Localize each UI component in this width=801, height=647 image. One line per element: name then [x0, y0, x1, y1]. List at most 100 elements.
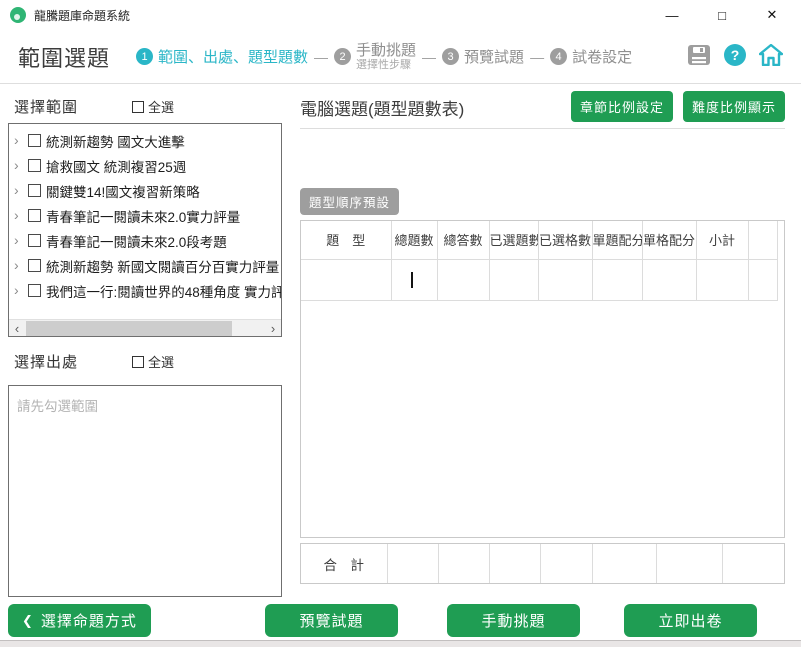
total-row-container: 合 計 — [300, 543, 785, 584]
tree-expand-icon[interactable]: › — [14, 278, 26, 303]
question-type-table: 題 型 總題數 總答數 已選題數 已選格數 單題配分 單格配分 小計 — [301, 221, 778, 301]
step-3-preview[interactable]: 3 預覽試題 — [442, 46, 524, 67]
tree-expand-icon[interactable]: › — [14, 253, 26, 278]
cell-total-answers[interactable] — [437, 259, 489, 300]
type-order-badge[interactable]: 題型順序預設 — [300, 188, 399, 215]
total-row: 合 計 — [301, 544, 784, 583]
total-label: 合 計 — [301, 544, 387, 583]
range-tree-item[interactable]: › 統測新趨勢 新國文閱讀百分百實力評量 — [9, 253, 281, 278]
total-table: 合 計 — [301, 544, 784, 583]
step-4-paper-settings[interactable]: 4 試卷設定 — [550, 46, 632, 67]
total-cell — [489, 544, 540, 583]
range-select-all[interactable]: 全選 — [132, 97, 174, 116]
col-selected-blanks: 已選格數 — [538, 221, 592, 259]
range-tree-list: › 統測新趨勢 國文大進擊 › 搶救國文 統測複習25週 › 關鍵雙14!國文複… — [8, 123, 282, 337]
source-list: 請先勾選範圍 — [8, 385, 282, 597]
source-section-title: 選擇出處 — [14, 351, 78, 372]
generate-paper-button[interactable]: 立即出卷 — [624, 604, 757, 637]
tree-item-checkbox[interactable] — [28, 234, 41, 247]
maximize-button[interactable]: □ — [697, 0, 747, 30]
step-separator: — — [314, 49, 328, 65]
tree-expand-icon[interactable]: › — [14, 203, 26, 228]
preview-questions-button[interactable]: 預覽試題 — [265, 604, 398, 637]
right-panel: 電腦選題(題型題數表) 章節比例設定 難度比例顯示 題型順序預設 題 型 總題數… — [300, 85, 785, 590]
wizard-header: 範圍選題 1 範圍、出處、題型題數 — 2 手動挑題 選擇性步驟 — 3 預覽試… — [0, 30, 801, 84]
table-empty-row — [301, 259, 777, 300]
range-tree-item[interactable]: › 搶救國文 統測複習25週 — [9, 153, 281, 178]
col-total-questions: 總題數 — [391, 221, 437, 259]
cell-question-type[interactable] — [301, 259, 391, 300]
tree-expand-icon[interactable]: › — [14, 153, 26, 178]
col-points-per-blank: 單格配分 — [642, 221, 696, 259]
range-tree-item[interactable]: › 青春筆記一閱讀未來2.0段考題 — [9, 228, 281, 253]
step-3-label: 預覽試題 — [464, 46, 524, 67]
left-panel: 選擇範圍 全選 › 統測新趨勢 國文大進擊 › 搶救國文 統測複習25週 › 關… — [0, 85, 292, 597]
scrollbar-right-arrow-icon[interactable]: › — [265, 320, 281, 337]
tree-item-checkbox[interactable] — [28, 209, 41, 222]
close-button[interactable]: ✕ — [747, 0, 797, 30]
step-separator: — — [530, 49, 544, 65]
tree-item-label: 我們這一行:閱讀世界的48種角度 實力評量 — [46, 281, 281, 301]
tree-item-checkbox[interactable] — [28, 259, 41, 272]
back-to-method-button[interactable]: ❮ 選擇命題方式 — [8, 604, 151, 637]
tree-item-checkbox[interactable] — [28, 284, 41, 297]
step-1-number: 1 — [136, 48, 153, 65]
step-1-range[interactable]: 1 範圍、出處、題型題數 — [136, 46, 308, 67]
range-select-all-checkbox[interactable] — [132, 101, 144, 113]
scrollbar-left-arrow-icon[interactable]: ‹ — [9, 320, 25, 337]
col-extra — [748, 221, 777, 259]
cell-points-per-question[interactable] — [592, 259, 642, 300]
title-bar: 龍騰題庫命題系統 — □ ✕ — [0, 0, 801, 30]
minimize-button[interactable]: — — [647, 0, 697, 30]
window-controls: — □ ✕ — [647, 0, 797, 30]
tree-item-checkbox[interactable] — [28, 159, 41, 172]
tree-item-checkbox[interactable] — [28, 184, 41, 197]
col-total-answers: 總答數 — [437, 221, 489, 259]
scrollbar-thumb[interactable] — [26, 321, 232, 336]
help-icon[interactable]: ? — [724, 44, 746, 66]
step-2-manual-pick[interactable]: 2 手動挑題 選擇性步驟 — [334, 43, 416, 71]
col-selected-questions: 已選題數 — [489, 221, 538, 259]
total-cell — [656, 544, 722, 583]
save-icon[interactable] — [687, 44, 711, 66]
source-select-all-checkbox[interactable] — [132, 356, 144, 368]
range-tree-item[interactable]: › 關鍵雙14!國文複習新策略 — [9, 178, 281, 203]
step-2-number: 2 — [334, 48, 351, 65]
chapter-ratio-button[interactable]: 章節比例設定 — [571, 91, 673, 122]
difficulty-ratio-button[interactable]: 難度比例顯示 — [683, 91, 785, 122]
tree-item-checkbox[interactable] — [28, 134, 41, 147]
step-2-subtitle: 選擇性步驟 — [356, 59, 416, 71]
source-placeholder: 請先勾選範圍 — [17, 395, 281, 415]
tree-expand-icon[interactable]: › — [14, 228, 26, 253]
page-title: 範圍選題 — [18, 41, 110, 73]
app-logo-icon — [10, 7, 26, 23]
range-tree-item[interactable]: › 統測新趨勢 國文大進擊 — [9, 128, 281, 153]
panel-divider — [300, 128, 785, 129]
table-header-row: 題 型 總題數 總答數 已選題數 已選格數 單題配分 單格配分 小計 — [301, 221, 777, 259]
cell-extra[interactable] — [748, 259, 777, 300]
back-chevron-icon: ❮ — [22, 613, 34, 629]
home-icon[interactable] — [759, 44, 783, 66]
computer-selection-title: 電腦選題(題型題數表) — [300, 95, 464, 120]
text-caret — [411, 272, 413, 288]
manual-pick-button[interactable]: 手動挑題 — [447, 604, 580, 637]
question-type-table-container: 題 型 總題數 總答數 已選題數 已選格數 單題配分 單格配分 小計 — [300, 220, 785, 538]
window-bottom-edge — [0, 640, 801, 647]
cell-total-questions[interactable] — [391, 259, 437, 300]
range-tree-item[interactable]: › 青春筆記一閱讀未來2.0實力評量 — [9, 203, 281, 228]
range-tree-item[interactable]: › 我們這一行:閱讀世界的48種角度 實力評量 — [9, 278, 281, 303]
cell-points-per-blank[interactable] — [642, 259, 696, 300]
step-4-label: 試卷設定 — [572, 46, 632, 67]
cell-subtotal[interactable] — [696, 259, 748, 300]
total-cell — [438, 544, 489, 583]
horizontal-scrollbar[interactable]: ‹ › — [9, 319, 281, 336]
total-cell — [722, 544, 784, 583]
cell-selected-questions[interactable] — [489, 259, 538, 300]
tree-item-label: 青春筆記一閱讀未來2.0段考題 — [46, 231, 227, 251]
tree-expand-icon[interactable]: › — [14, 128, 26, 153]
cell-selected-blanks[interactable] — [538, 259, 592, 300]
source-select-all[interactable]: 全選 — [132, 352, 174, 371]
tree-item-label: 統測新趨勢 新國文閱讀百分百實力評量 — [46, 256, 279, 276]
tree-expand-icon[interactable]: › — [14, 178, 26, 203]
step-2-label: 手動挑題 — [356, 43, 416, 59]
